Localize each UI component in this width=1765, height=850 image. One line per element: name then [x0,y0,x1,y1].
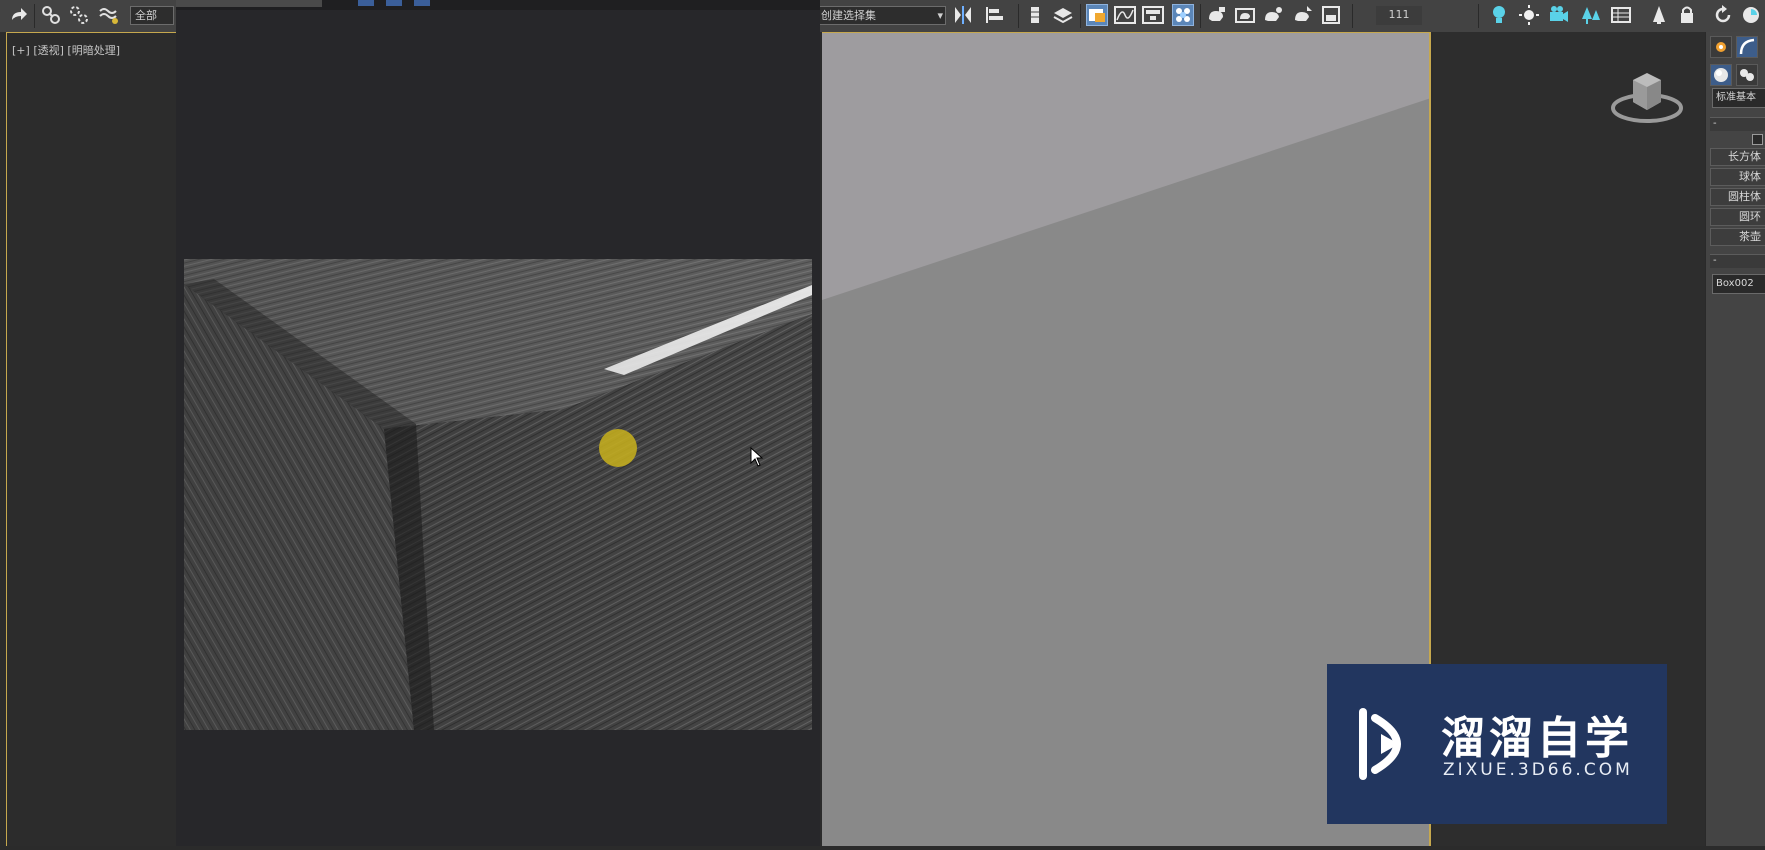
render-setup-icon[interactable] [1206,4,1228,26]
unlink-icon[interactable] [68,4,90,26]
object-name-field[interactable]: Box002 [1712,274,1765,294]
primitive-button-sphere[interactable]: 球体 [1710,168,1765,186]
primitive-button-cylinder[interactable]: 圆柱体 [1710,188,1765,206]
autogrid-checkbox[interactable] [1752,134,1763,145]
modify-tab-icon[interactable] [1736,36,1758,58]
primitive-button-torus[interactable]: 圆环 [1710,208,1765,226]
viewport-label[interactable]: [+] [透视] [明暗处理] [12,42,120,58]
list-icon[interactable] [1610,4,1632,26]
rollout-object-type[interactable]: - [1710,117,1765,131]
object-category-dropdown[interactable]: 标准基本 [1712,88,1765,108]
mouse-cursor-icon [750,446,764,471]
chevron-down-icon: ▾ [937,9,943,22]
render-frame-icon[interactable] [1234,4,1256,26]
render-icon[interactable] [1262,4,1284,26]
spinner-field[interactable]: 111 [1376,6,1422,25]
rotate-icon[interactable] [1712,4,1734,26]
cursor-highlight-dot [599,429,637,467]
camera-icon[interactable] [1548,4,1570,26]
layer-manager-icon[interactable] [1052,4,1074,26]
viewport-perspective[interactable] [0,32,176,846]
watermark-url: ZIXUE.3D66.COM [1443,760,1633,780]
sun-icon[interactable] [1518,4,1540,26]
primitive-button-box[interactable]: 长方体 [1710,148,1765,166]
time-config-icon[interactable] [1740,4,1762,26]
named-selection-dropdown[interactable]: 创建选择集 ▾ [816,6,946,25]
frame-window-toolbar [176,0,820,10]
lock-icon[interactable] [1676,4,1698,26]
command-panel: 标准基本 - 长方体 球体 圆柱体 圆环 茶壶 - Box002 [1705,32,1765,846]
render-output-image [184,259,812,730]
shapes-icon[interactable] [1736,64,1758,86]
render-iterative-icon[interactable] [1292,4,1314,26]
geometry-icon[interactable] [1710,64,1732,86]
watermark-title: 溜溜自学 [1441,713,1633,764]
bind-spacewarp-icon[interactable] [98,4,120,26]
watermark-logo: 溜溜自学 ZIXUE.3D66.COM [1327,664,1667,824]
material-editor-icon[interactable] [1172,4,1194,26]
align-icon[interactable] [984,4,1006,26]
viewcube-icon[interactable] [1609,68,1685,128]
viewport-label-shading[interactable]: [明暗处理] [67,44,120,57]
tree-icon[interactable] [1580,4,1602,26]
schematic-view-icon[interactable] [1142,4,1164,26]
mirror-icon[interactable] [952,4,974,26]
named-selection-value: 创建选择集 [821,9,876,22]
link-icon[interactable] [40,4,62,26]
redo-icon[interactable] [8,4,30,26]
render-window-icon[interactable] [1320,4,1342,26]
selection-filter-dropdown[interactable]: 全部 [130,6,174,25]
viewport-label-view[interactable]: [透视] [33,44,64,57]
play-logo-icon [1351,704,1423,788]
primitive-button-teapot[interactable]: 茶壶 [1710,228,1765,246]
spotlight-icon[interactable] [1648,4,1670,26]
rollout-name-color[interactable]: - [1710,254,1765,268]
scene-explorer-icon[interactable] [1086,4,1108,26]
viewport-label-plus[interactable]: [+] [12,44,30,57]
layer-list-icon[interactable] [1024,4,1046,26]
light-icon[interactable] [1488,4,1510,26]
curve-editor-icon[interactable] [1114,4,1136,26]
create-tab-icon[interactable] [1710,36,1732,58]
rendered-frame-window [176,0,820,846]
